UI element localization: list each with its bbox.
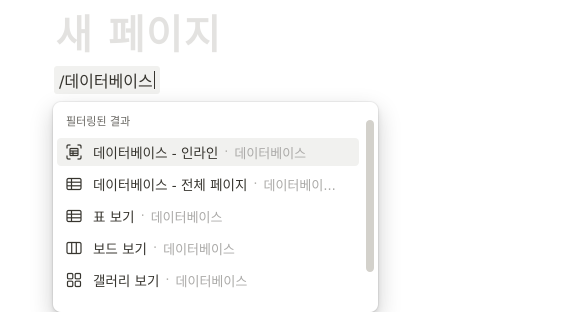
menu-item-separator: · [140, 208, 145, 224]
menu-item-description: 데이터베이스 [163, 242, 235, 258]
slash-command-input[interactable]: /데이터베이스 [54, 66, 160, 94]
table-icon [65, 207, 83, 225]
page-title[interactable]: 새 페이지 [56, 2, 222, 60]
menu-scrollbar[interactable] [366, 120, 374, 272]
menu-item-label: 데이터베이스 - 인라인 [93, 146, 219, 162]
table-icon [65, 175, 83, 193]
menu-item-description: 데이터베이스 [234, 146, 307, 162]
database-inline-icon [65, 143, 83, 161]
text-caret [153, 71, 155, 89]
board-icon [65, 239, 83, 257]
slash-command-menu: 필터링된 결과 데이터베이스 - 인라인 · 데이터베이스 데이터베이스 - 전… [53, 102, 378, 312]
menu-scrollbar-thumb[interactable] [366, 120, 374, 272]
menu-item-gallery-view[interactable]: 갤러리 보기 · 데이터베이스 [57, 266, 359, 294]
menu-item-separator: · [152, 240, 158, 256]
menu-item-table-view[interactable]: 표 보기 · 데이터베이스 [57, 202, 359, 230]
menu-section-header: 필터링된 결과 [66, 115, 131, 128]
menu-item-description: 데이터베이스 [150, 210, 223, 226]
menu-item-separator: · [224, 144, 229, 160]
menu-item-label: 갤러리 보기 [93, 274, 160, 290]
menu-item-label: 표 보기 [93, 210, 135, 226]
menu-item-label: 보드 보기 [93, 242, 147, 258]
gallery-icon [65, 271, 83, 289]
menu-item-separator: · [253, 176, 258, 192]
menu-item-label: 데이터베이스 - 전체 페이지 [93, 178, 248, 194]
menu-item-database-inline[interactable]: 데이터베이스 - 인라인 · 데이터베이스 [57, 138, 359, 166]
menu-item-database-full-page[interactable]: 데이터베이스 - 전체 페이지 · 데이터베이... [57, 170, 359, 198]
menu-item-description: 데이터베이스 [175, 274, 248, 290]
menu-item-description: 데이터베이... [263, 178, 336, 194]
slash-command-text: /데이터베이스 [59, 72, 153, 91]
menu-item-board-view[interactable]: 보드 보기 · 데이터베이스 [57, 234, 359, 262]
menu-item-separator: · [165, 272, 170, 288]
